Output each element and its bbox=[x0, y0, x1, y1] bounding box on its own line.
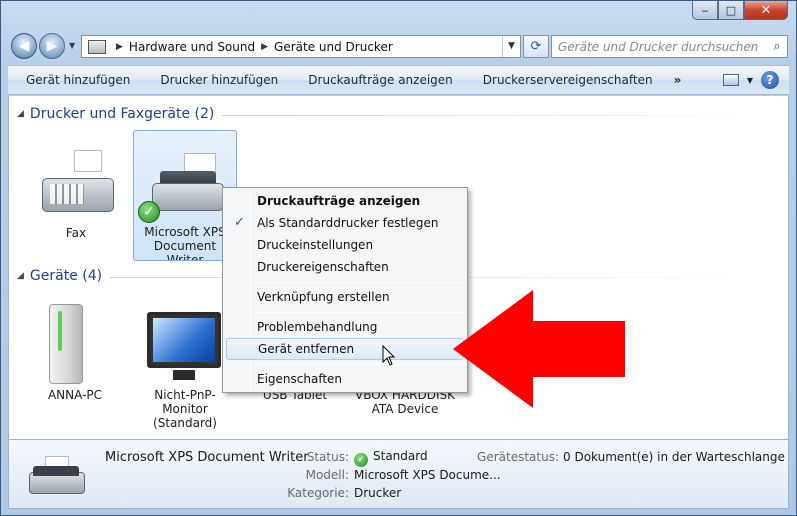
collapse-icon[interactable]: ◢ bbox=[17, 271, 24, 281]
menu-item-label: Problembehandlung bbox=[257, 320, 378, 334]
breadcrumb-separator-icon[interactable]: ▶ bbox=[116, 42, 123, 52]
add-printer-button[interactable]: Drucker hinzufügen bbox=[145, 73, 293, 87]
status-value: ✓ Standard bbox=[354, 449, 428, 467]
refresh-button[interactable]: ⟳ bbox=[523, 35, 549, 58]
control-panel-icon bbox=[88, 39, 106, 54]
menu-item-show-print-jobs[interactable]: Druckaufträge anzeigen bbox=[226, 190, 464, 212]
caption-buttons: ‒ □ ✕ bbox=[692, 1, 788, 20]
address-bar[interactable]: ▶ Hardware und Sound ▶ Geräte und Drucke… bbox=[81, 35, 521, 58]
device-fax[interactable]: Fax bbox=[24, 136, 128, 240]
recent-pages-dropdown-icon[interactable]: ▼ bbox=[69, 41, 75, 50]
menu-item-label: Gerät entfernen bbox=[258, 342, 355, 356]
view-dropdown-icon[interactable]: ▼ bbox=[747, 76, 753, 85]
category-label: Kategorie: bbox=[287, 486, 349, 500]
printer-icon: ✓ bbox=[134, 131, 236, 223]
default-printer-check-icon: ✓ bbox=[138, 201, 160, 223]
search-input[interactable]: Geräte und Drucker durchsuchen ⌕ bbox=[551, 35, 788, 58]
device-label: Microsoft XPS Document Writer bbox=[144, 225, 226, 261]
add-device-button[interactable]: Gerät hinzufügen bbox=[8, 73, 145, 87]
printer-icon bbox=[23, 454, 93, 504]
print-server-properties-button[interactable]: Druckerservereigenschaften bbox=[468, 73, 668, 87]
breadcrumb-devices-printers[interactable]: Geräte und Drucker bbox=[274, 40, 393, 54]
explorer-window: ‒ □ ✕ ◀ ▶ ▼ ▶ Hardware und Sound ▶ Gerät… bbox=[0, 0, 797, 516]
change-view-icon[interactable] bbox=[722, 74, 739, 86]
breadcrumb-hardware-sound[interactable]: Hardware und Sound bbox=[129, 40, 255, 54]
close-button[interactable]: ✕ bbox=[744, 1, 788, 20]
menu-item-label: Als Standarddrucker festlegen bbox=[257, 216, 439, 230]
computer-icon bbox=[23, 298, 127, 388]
command-bar: Gerät hinzufügen Drucker hinzufügen Druc… bbox=[8, 65, 789, 95]
details-pane: Microsoft XPS Document Writer Status: ✓ S… bbox=[8, 439, 789, 509]
forward-button[interactable]: ▶ bbox=[39, 33, 65, 59]
help-icon[interactable]: ? bbox=[761, 71, 779, 89]
status-text: Standard bbox=[373, 449, 428, 463]
device-label: Nicht-PnP-Monitor (Standard) bbox=[153, 388, 217, 430]
search-placeholder: Geräte und Drucker durchsuchen bbox=[558, 39, 759, 54]
fax-icon bbox=[24, 136, 128, 226]
see-whats-printing-button[interactable]: Druckaufträge anzeigen bbox=[293, 73, 467, 87]
menu-separator bbox=[253, 364, 464, 365]
search-icon[interactable]: ⌕ bbox=[767, 39, 787, 54]
navigation-bar: ◀ ▶ ▼ ▶ Hardware und Sound ▶ Geräte und … bbox=[9, 31, 788, 61]
menu-item-create-shortcut[interactable]: Verknüpfung erstellen bbox=[226, 286, 464, 308]
menu-item-set-default-printer[interactable]: ✓ Als Standarddrucker festlegen bbox=[226, 212, 464, 234]
group-divider bbox=[222, 114, 782, 116]
minimize-button[interactable]: ‒ bbox=[692, 1, 718, 20]
annotation-arrow-icon bbox=[453, 290, 625, 408]
menu-item-properties[interactable]: Eigenschaften bbox=[226, 368, 464, 390]
menu-item-label: Verknüpfung erstellen bbox=[257, 290, 390, 304]
menu-item-label: Druckaufträge anzeigen bbox=[257, 194, 421, 208]
more-commands-button[interactable]: » bbox=[668, 73, 688, 87]
device-anna-pc[interactable]: ANNA-PC bbox=[23, 298, 127, 402]
group-title-printers: Drucker und Faxgeräte (2) bbox=[29, 106, 215, 122]
breadcrumb-separator-icon[interactable]: ▶ bbox=[261, 42, 268, 52]
refresh-icon: ⟳ bbox=[530, 39, 542, 54]
back-button[interactable]: ◀ bbox=[11, 33, 37, 59]
menu-separator bbox=[253, 282, 464, 283]
checkmark-icon: ✓ bbox=[234, 215, 245, 230]
category-value: Drucker bbox=[354, 486, 402, 500]
device-status-label: Gerätestatus: bbox=[477, 450, 559, 464]
collapse-icon[interactable]: ◢ bbox=[17, 109, 24, 119]
maximize-button[interactable]: □ bbox=[718, 1, 744, 20]
mouse-cursor-icon bbox=[382, 345, 396, 366]
group-title-devices: Geräte (4) bbox=[29, 268, 103, 284]
address-dropdown-icon[interactable]: ▼ bbox=[502, 36, 520, 57]
menu-item-remove-device[interactable]: Gerät entfernen bbox=[226, 338, 464, 360]
menu-item-troubleshoot[interactable]: Problembehandlung bbox=[226, 316, 464, 338]
menu-item-label: Druckeinstellungen bbox=[257, 238, 374, 252]
menu-item-printer-properties[interactable]: Druckereigenschaften bbox=[226, 256, 464, 278]
model-value: Microsoft XPS Docume... bbox=[354, 468, 501, 482]
device-label: Fax bbox=[65, 226, 87, 240]
context-menu: Druckaufträge anzeigen ✓ Als Standarddru… bbox=[222, 187, 468, 393]
menu-item-label: Druckereigenschaften bbox=[257, 260, 389, 274]
status-label: Status: bbox=[306, 450, 349, 464]
group-header-printers[interactable]: ◢ Drucker und Faxgeräte (2) bbox=[17, 106, 782, 122]
device-status-value: 0 Dokument(e) in der Warteschlange bbox=[563, 450, 785, 464]
model-label: Modell: bbox=[305, 468, 349, 482]
menu-separator bbox=[253, 312, 464, 313]
menu-item-print-preferences[interactable]: Druckeinstellungen bbox=[226, 234, 464, 256]
device-label: ANNA-PC bbox=[47, 388, 103, 402]
status-check-icon: ✓ bbox=[354, 453, 368, 467]
menu-item-label: Eigenschaften bbox=[257, 372, 343, 386]
